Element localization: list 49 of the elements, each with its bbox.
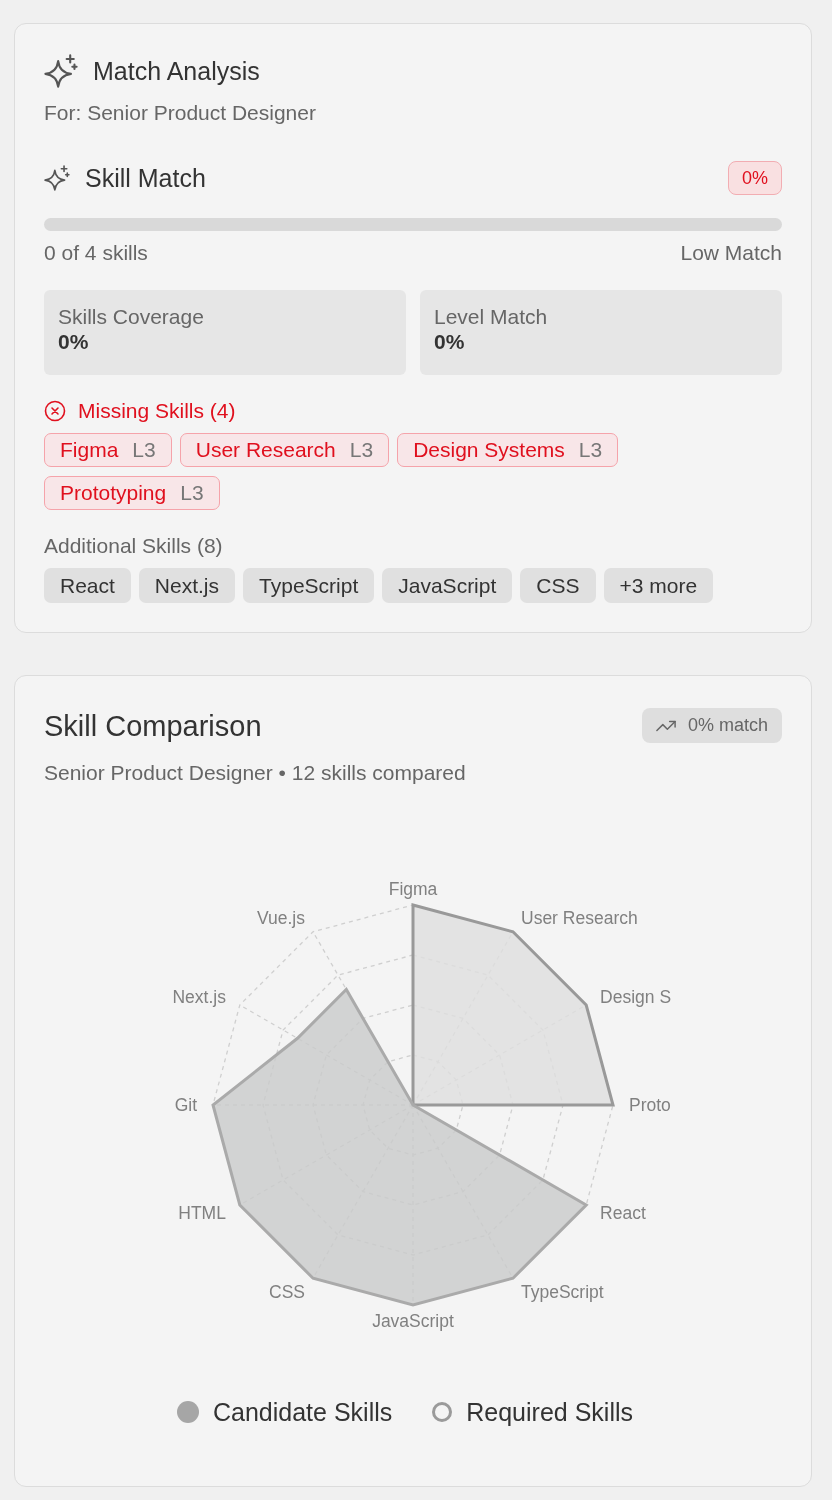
skill-name: Prototyping [60,481,167,505]
card-title: Match Analysis [93,56,260,86]
skill-tag: JavaScript [382,568,513,603]
axis-label: Figma [388,879,438,899]
axis-label: Vue.js [257,907,305,928]
target-role: For: Senior Product Designer [44,101,317,125]
skill-level: L3 [132,438,156,462]
legend-dot-icon [177,1401,199,1423]
skill-tag: React [44,568,131,603]
skill-level: L3 [578,438,603,462]
axis-label: Git [174,1095,197,1115]
match-percent-badge: 0% [728,161,782,195]
stat-value: 0% [434,329,466,355]
legend-label: Required Skills [466,1398,633,1426]
skill-tag: +3 more [603,568,714,603]
axis-label: User Research [521,907,638,928]
axis-label: React [600,1203,646,1223]
axis-label: HTML [178,1203,226,1223]
legend-ring-icon [432,1402,453,1422]
skill-level: L3 [180,481,204,505]
stat-label: Skills Coverage [58,305,205,329]
axis-label: Next.js [172,987,226,1007]
axis-label: Proto [629,1095,671,1115]
sparkle-icon [44,165,70,191]
match-rating: Low Match [680,241,782,265]
sparkle-icon [44,54,78,88]
axis-label: TypeScript [521,1282,604,1303]
skill-name: User Research [195,438,336,462]
skill-count: 0 of 4 skills [44,241,148,265]
stat-label: Level Match [434,305,549,329]
skill-tag: TypeScript [243,568,375,603]
legend-label: Candidate Skills [213,1398,393,1426]
axis-label: CSS [269,1282,305,1303]
match-label: 0% match [687,715,768,736]
additional-skills-heading: Additional Skills (8) [44,534,224,558]
skill-name: Figma [60,438,119,462]
skill-tag: Next.js [138,568,236,603]
missing-skills-heading: Missing Skills (4) [78,399,236,423]
comparison-summary: Senior Product Designer • 12 skills compared [44,761,467,785]
stat-value: 0% [58,329,90,355]
axis-label: Design S [600,987,672,1007]
skill-level: L3 [349,438,374,462]
axis-label: JavaScript [372,1311,454,1331]
trending-up-icon [655,718,676,733]
skill-name: Design Systems [413,438,565,462]
card-title: Skill Comparison [44,708,262,743]
section-title: Skill Match [85,163,206,193]
circle-x-icon [44,400,66,422]
skill-tag: CSS [520,568,596,603]
